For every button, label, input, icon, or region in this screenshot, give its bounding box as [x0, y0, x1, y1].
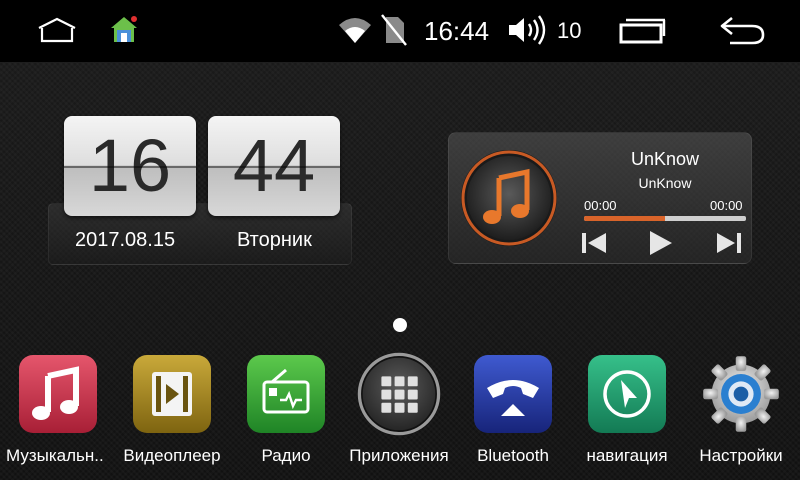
app-label: Музыкальн.. — [6, 446, 104, 465]
app-navigation[interactable]: навигация — [572, 352, 682, 472]
gear-icon — [703, 356, 779, 432]
app-music[interactable]: Музыкальн.. — [3, 352, 113, 472]
app-label: навигация — [586, 446, 668, 465]
status-bar: 16:44 10 — [0, 0, 800, 62]
clock-date: 2017.08.15 — [75, 229, 176, 251]
navigation-icon — [588, 355, 666, 433]
app-label: Bluetooth — [477, 446, 549, 465]
song-artist: UnKnow — [638, 175, 692, 191]
progress-bar[interactable] — [584, 216, 746, 221]
app-settings[interactable]: Настройки — [686, 352, 796, 472]
next-icon[interactable] — [713, 228, 745, 258]
radio-icon — [247, 355, 325, 433]
app-label: Настройки — [699, 446, 783, 465]
back-icon[interactable] — [718, 14, 766, 46]
play-icon[interactable] — [644, 228, 676, 258]
status-time: 16:44 — [424, 16, 490, 46]
song-title: UnKnow — [630, 149, 700, 169]
no-sim-icon — [381, 14, 407, 46]
volume-level: 10 — [557, 18, 582, 43]
app-bluetooth[interactable]: Bluetooth — [458, 352, 568, 472]
progress-fill — [584, 216, 665, 221]
volume-icon[interactable] — [506, 14, 546, 46]
clock-minute: 44 — [208, 116, 340, 216]
house-app-icon[interactable] — [108, 14, 140, 44]
wifi-icon — [339, 18, 371, 43]
app-radio[interactable]: Радио — [231, 352, 341, 472]
app-video-player[interactable]: Видеоплеер — [117, 352, 227, 472]
clock-weekday: Вторник — [237, 229, 312, 251]
previous-icon[interactable] — [578, 228, 610, 258]
total-time: 00:00 — [710, 198, 743, 213]
app-grid-icon — [357, 352, 441, 436]
current-time: 00:00 — [584, 198, 617, 213]
recent-apps-icon[interactable] — [618, 16, 666, 44]
page-indicator-dot — [393, 318, 407, 332]
app-all-apps[interactable]: Приложения — [344, 352, 454, 472]
film-icon — [133, 355, 211, 433]
app-label: Радио — [261, 446, 311, 465]
app-label: Видеоплеер — [123, 446, 221, 465]
music-note-icon — [19, 355, 97, 433]
clock-hour: 16 — [64, 116, 196, 216]
phone-icon — [474, 355, 552, 433]
app-label: Приложения — [349, 446, 449, 465]
home-icon[interactable] — [36, 16, 78, 44]
music-disc-icon[interactable] — [459, 148, 559, 248]
